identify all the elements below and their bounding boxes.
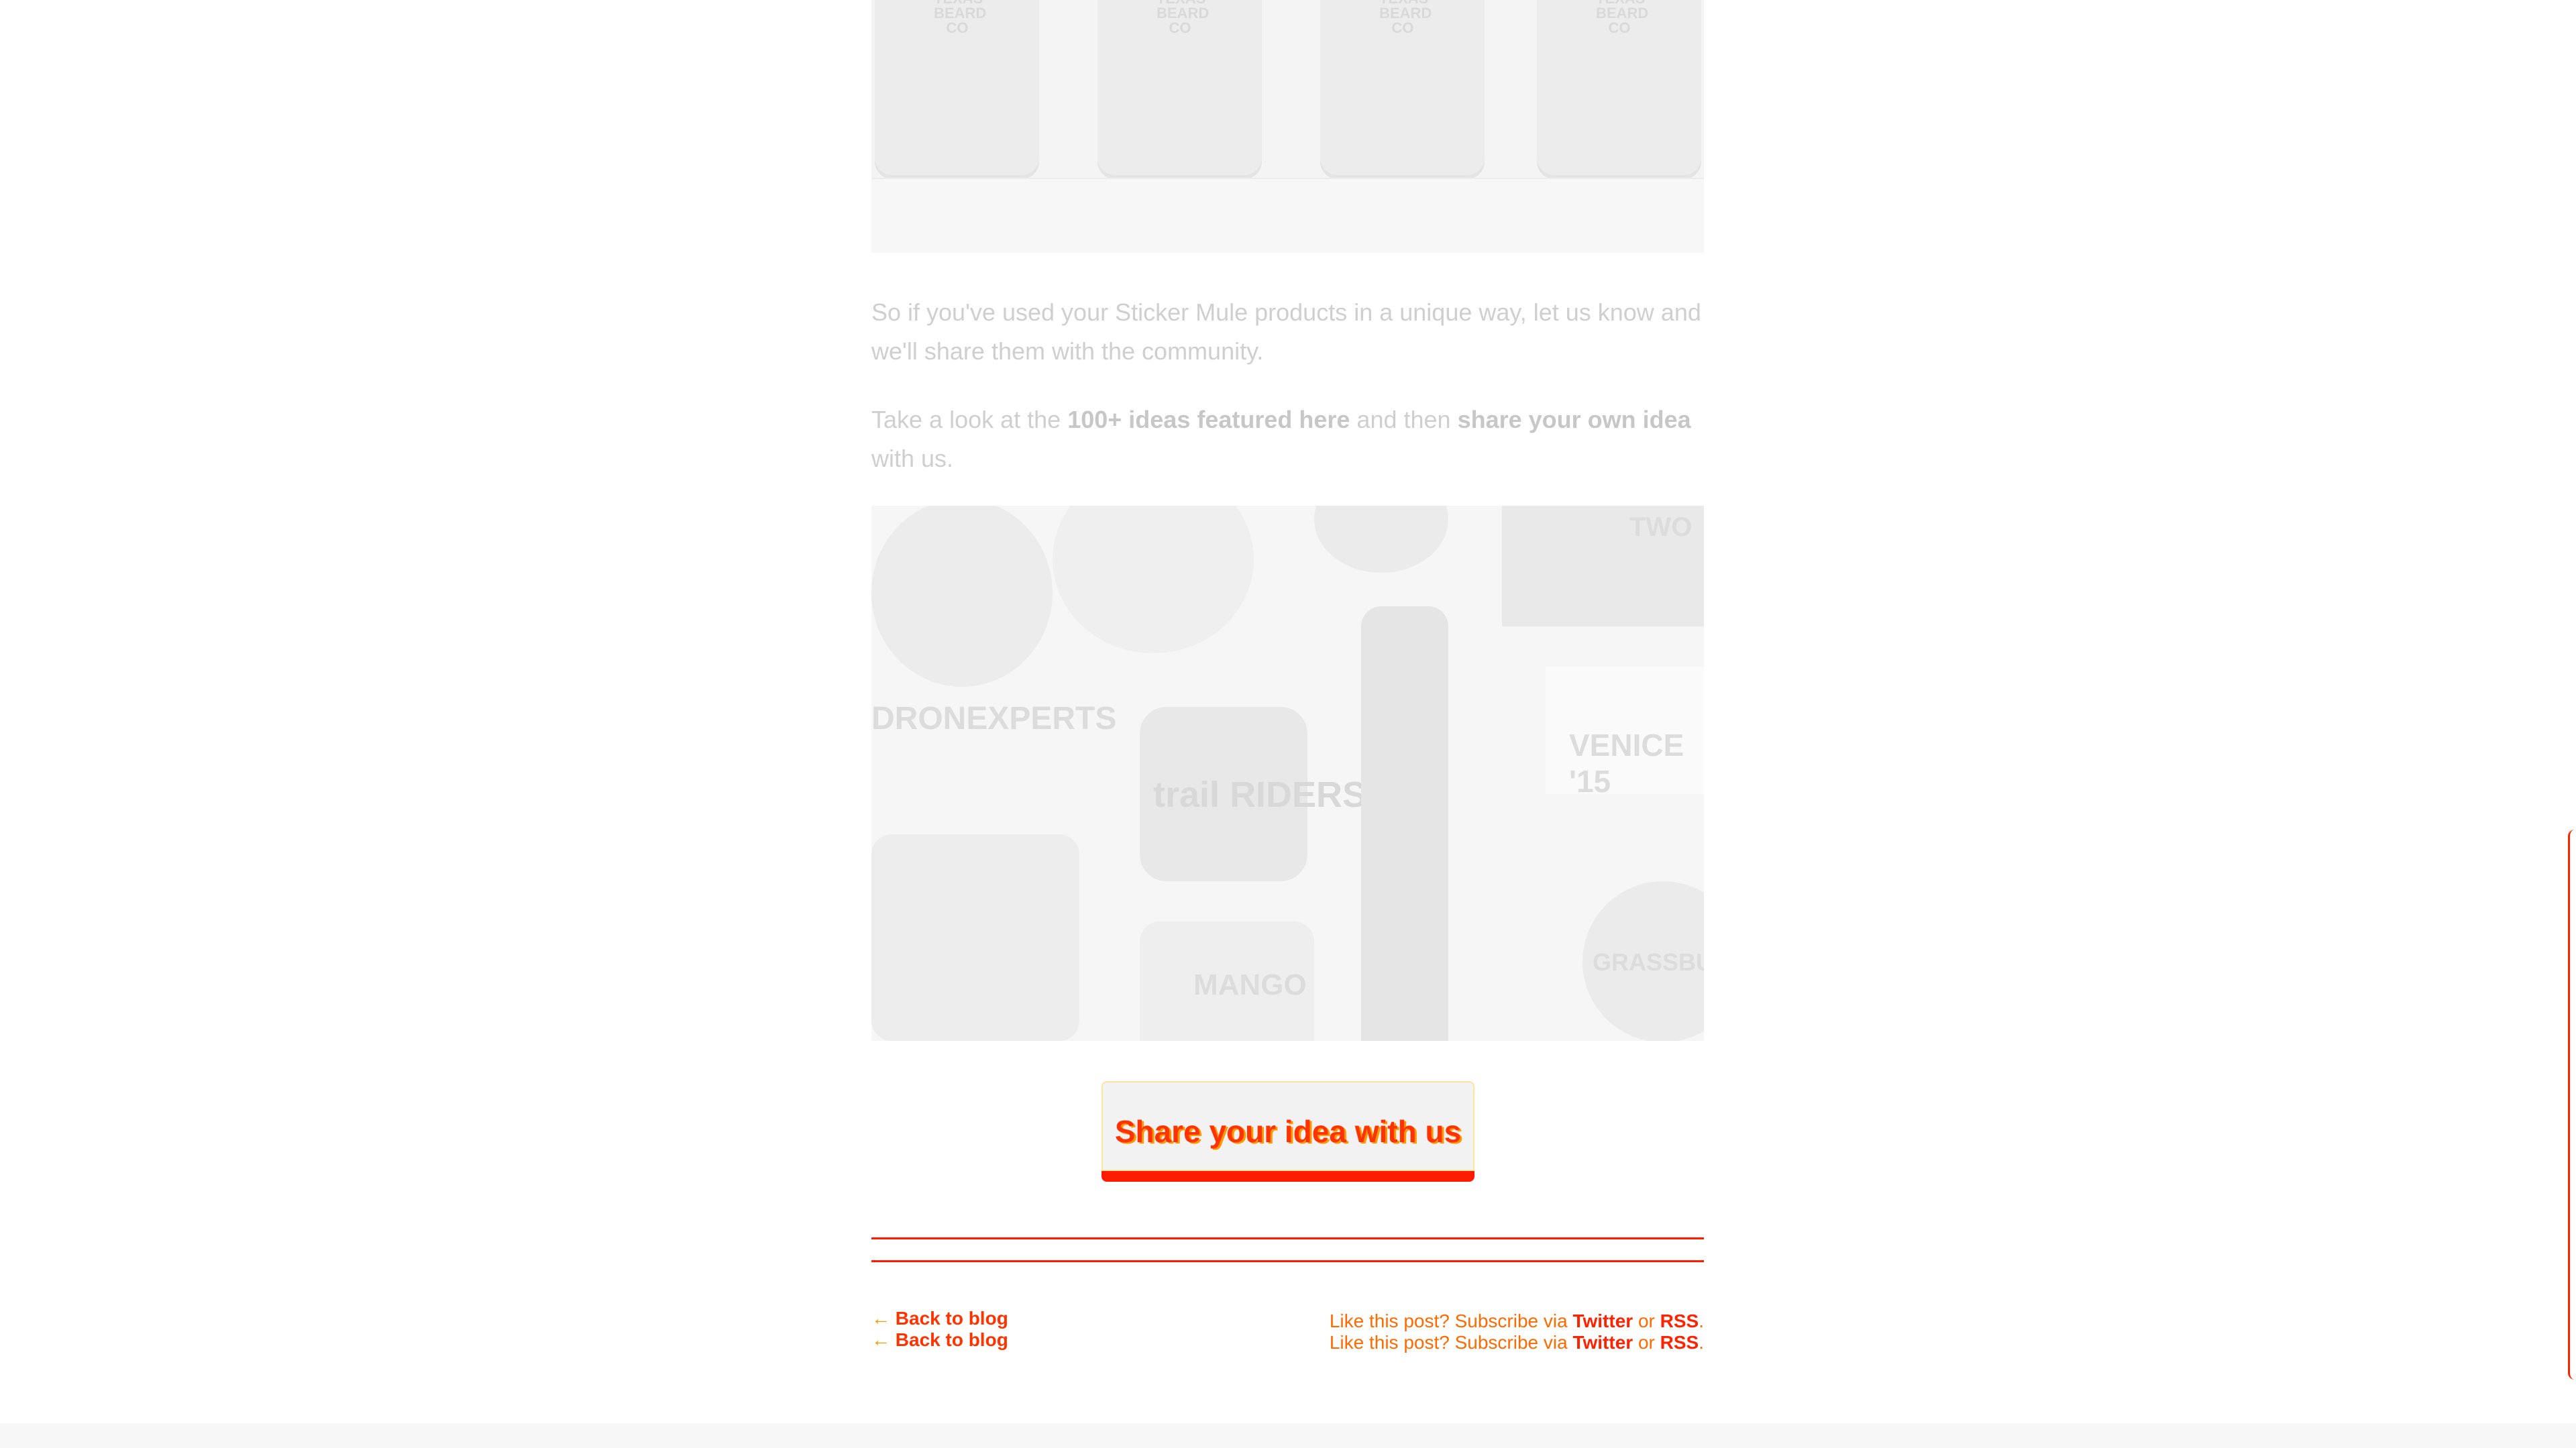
back-to-blog-link[interactable]: ← Back to blog: [871, 1308, 1008, 1329]
collage-text: MANGO: [1193, 968, 1307, 1001]
divider: [871, 1260, 1704, 1262]
bottle-label: TEXAS BEARD CO: [1379, 0, 1432, 36]
bottle-image: TEXAS BEARD CO: [1537, 0, 1701, 179]
subscribe-period: .: [1699, 1311, 1704, 1331]
shelf: [871, 178, 1704, 253]
paragraph-text: with us.: [871, 445, 954, 472]
collage-text: DRONEXPERTS: [871, 701, 1117, 736]
divider: [871, 1237, 1704, 1239]
bottle-label: TEXAS BEARD CO: [1157, 0, 1210, 36]
arrow-left-icon: ←: [871, 1308, 890, 1329]
article-paragraph-ideas: Take a look at the 100+ ideas featured h…: [871, 400, 1704, 478]
subscribe-prefix: Like this post? Subscribe via: [1329, 1332, 1573, 1353]
sticker-card: [871, 834, 1079, 1041]
beer-bottle: [1361, 606, 1448, 1041]
back-to-blog-label: Back to blog: [895, 1329, 1008, 1350]
coaster-shape: [871, 506, 1053, 687]
bottle-label: TEXAS BEARD CO: [934, 0, 987, 36]
subscribe-line: Like this post? Subscribe via Twitter or…: [1330, 1311, 1704, 1332]
product-collage-image: TWO DRONEXPERTS trail RIDERS VENICE '15 …: [871, 506, 1704, 1041]
rss-link[interactable]: RSS: [1660, 1311, 1699, 1331]
subscribe-or: or: [1633, 1311, 1660, 1331]
back-to-blog-group: ← Back to blog ← Back to blog: [871, 1308, 1008, 1351]
twitter-link[interactable]: Twitter: [1572, 1332, 1633, 1353]
share-idea-button[interactable]: Share your idea with us: [1102, 1081, 1474, 1182]
bottle-image: TEXAS BEARD CO: [875, 0, 1039, 179]
collage-text: TWO: [1629, 512, 1693, 542]
subscribe-group: Like this post? Subscribe via Twitter or…: [1330, 1311, 1704, 1353]
share-idea-button-label: Share your idea with us: [1114, 1114, 1462, 1149]
footer-band: [0, 1423, 2576, 1448]
coaster-shape: [1053, 506, 1254, 653]
bottle-image: TEXAS BEARD CO: [1097, 0, 1262, 179]
article-paragraph: So if you've used your Sticker Mule prod…: [871, 298, 1701, 365]
ideas-featured-link[interactable]: 100+ ideas featured here: [1067, 406, 1350, 433]
collage-text: GRASSBURG: [1593, 948, 1704, 976]
subscribe-or: or: [1633, 1332, 1660, 1353]
share-idea-link[interactable]: share your own idea: [1458, 406, 1691, 433]
back-to-blog-link[interactable]: ← Back to blog: [871, 1329, 1008, 1351]
sticker-shape: [1314, 506, 1448, 573]
bottle-label: TEXAS BEARD CO: [1596, 0, 1649, 36]
subscribe-prefix: Like this post? Subscribe via: [1329, 1311, 1573, 1331]
arrow-left-icon: ←: [871, 1329, 890, 1350]
page: TEXAS BEARD CO TEXAS BEARD CO TEXAS BEAR…: [0, 0, 2576, 1448]
back-to-blog-label: Back to blog: [895, 1308, 1008, 1329]
scroll-indicator[interactable]: [2568, 830, 2576, 1380]
paragraph-text: and then: [1350, 406, 1458, 433]
collage-text: trail RIDERS: [1153, 775, 1367, 815]
rss-link[interactable]: RSS: [1660, 1332, 1699, 1353]
collage-text: VENICE '15: [1569, 728, 1684, 799]
product-photo-bottles: TEXAS BEARD CO TEXAS BEARD CO TEXAS BEAR…: [871, 0, 1704, 253]
twitter-link[interactable]: Twitter: [1572, 1311, 1633, 1331]
subscribe-period: .: [1699, 1332, 1704, 1353]
bottle-image: TEXAS BEARD CO: [1320, 0, 1485, 179]
cta-container: Share your idea with us: [1102, 1081, 1474, 1182]
paragraph-text: Take a look at the: [871, 406, 1068, 433]
subscribe-line: Like this post? Subscribe via Twitter or…: [1330, 1332, 1704, 1353]
